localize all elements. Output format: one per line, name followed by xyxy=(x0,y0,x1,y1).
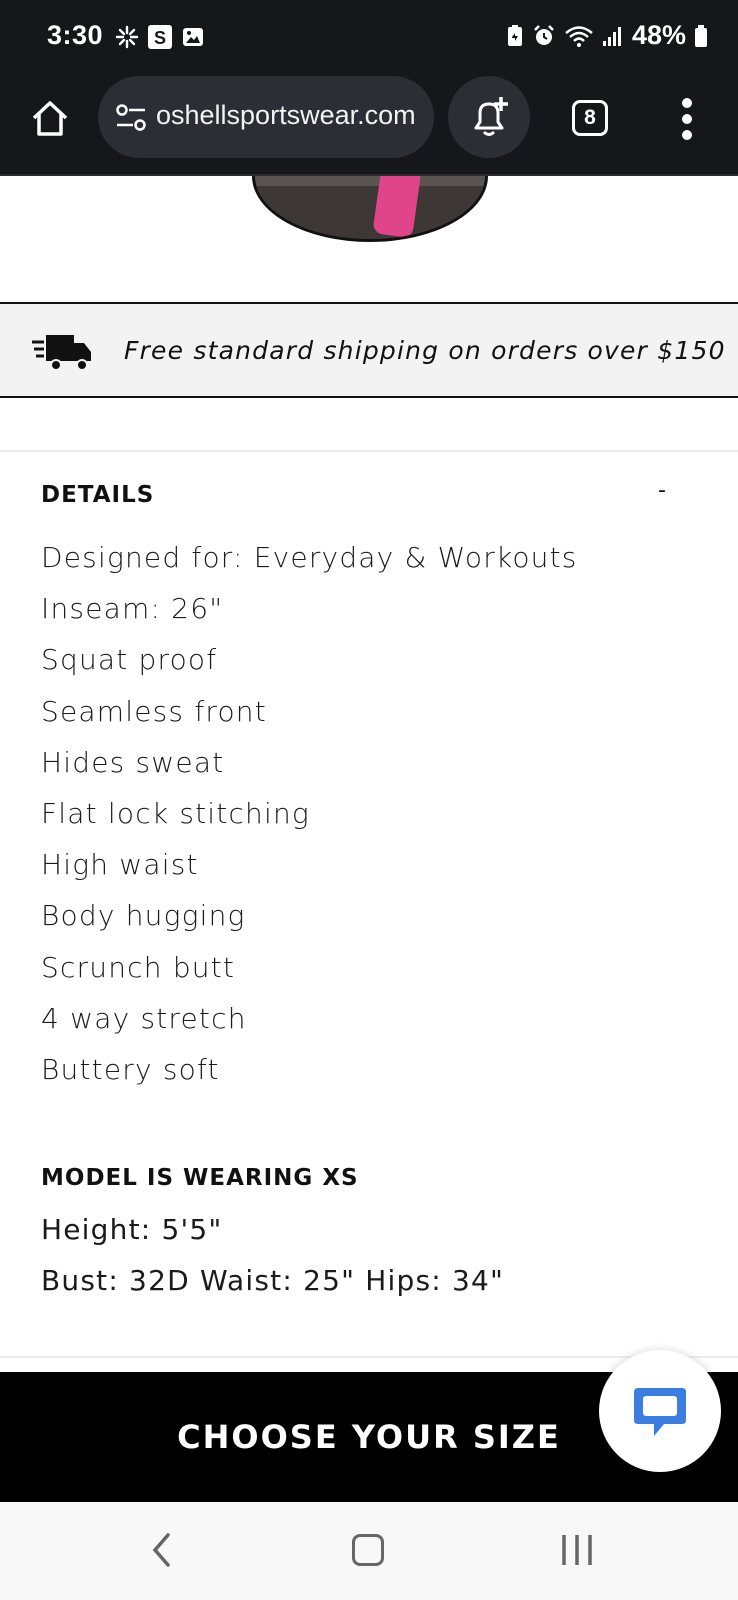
add-notification-button[interactable] xyxy=(448,76,530,158)
product-image-floor xyxy=(255,186,485,239)
tab-switcher-button[interactable]: 8 xyxy=(572,100,608,136)
browser-toolbar: oshellsportswear.com 8 xyxy=(0,74,738,176)
battery-saver-icon xyxy=(507,24,522,46)
details-item: Body hugging xyxy=(41,899,246,933)
s-app-icon: S xyxy=(148,25,172,49)
menu-dot-icon xyxy=(682,98,692,108)
address-bar[interactable]: oshellsportswear.com xyxy=(98,76,434,158)
signal-icon xyxy=(602,26,621,46)
svg-text:S: S xyxy=(154,28,166,48)
details-item: High waist xyxy=(41,848,199,882)
details-item: Seamless front xyxy=(41,694,267,728)
shipping-text: Free standard shipping on orders over $1… xyxy=(124,336,726,365)
details-item: Flat lock stitching xyxy=(41,796,310,830)
menu-dot-icon xyxy=(682,114,692,124)
details-item: Hides sweat xyxy=(41,745,225,779)
status-left-icons: S xyxy=(115,24,205,50)
alarm-icon xyxy=(534,24,554,45)
details-item: Designed for: Everyday & Workouts xyxy=(41,541,578,574)
overflow-menu-button[interactable] xyxy=(677,98,697,140)
model-measurement-item: Height: 5'5" xyxy=(41,1213,223,1246)
back-icon[interactable] xyxy=(150,1532,174,1568)
home-icon xyxy=(32,101,68,136)
url-text[interactable]: oshellsportswear.com xyxy=(156,100,426,131)
wifi-icon xyxy=(565,25,593,47)
recent-apps-icon[interactable] xyxy=(560,1532,594,1568)
model-measurements: Height: 5'5" Bust: 32D Waist: 25" Hips: … xyxy=(41,1213,504,1315)
battery-percent: 48% xyxy=(631,20,686,50)
section-divider xyxy=(0,1356,738,1358)
details-item: 4 way stretch xyxy=(41,1001,247,1035)
details-collapse-toggle[interactable]: - xyxy=(652,478,672,508)
home-button[interactable] xyxy=(28,96,72,140)
chat-button[interactable] xyxy=(599,1350,721,1472)
site-settings-icon[interactable] xyxy=(114,103,148,133)
details-heading[interactable]: DETAILS xyxy=(41,482,154,508)
gallery-icon xyxy=(183,28,203,46)
bell-plus-icon xyxy=(474,97,508,136)
details-list: Designed for: Everyday & Workouts Inseam… xyxy=(41,541,578,1104)
system-nav-bar xyxy=(0,1502,738,1600)
pinwheel-icon xyxy=(115,25,139,49)
model-heading: MODEL IS WEARING XS xyxy=(41,1165,359,1191)
shipping-banner: Free standard shipping on orders over $1… xyxy=(0,302,738,398)
status-bar: 3:30 S 48% xyxy=(0,0,738,74)
battery-icon xyxy=(695,24,707,47)
details-item: Squat proof xyxy=(41,643,218,677)
details-item: Scrunch butt xyxy=(41,950,236,984)
status-right: 48% xyxy=(506,20,708,51)
details-item: Inseam: 26" xyxy=(41,592,224,626)
product-image[interactable] xyxy=(252,176,488,242)
menu-dot-icon xyxy=(682,130,692,140)
section-divider xyxy=(0,450,738,452)
truck-icon xyxy=(32,335,91,371)
home-nav-icon[interactable] xyxy=(352,1534,384,1566)
chat-bubble-icon xyxy=(634,1388,686,1436)
status-time: 3:30 xyxy=(47,20,104,50)
details-item: Buttery soft xyxy=(41,1052,220,1086)
model-measurement-item: Bust: 32D Waist: 25" Hips: 34" xyxy=(41,1264,505,1298)
